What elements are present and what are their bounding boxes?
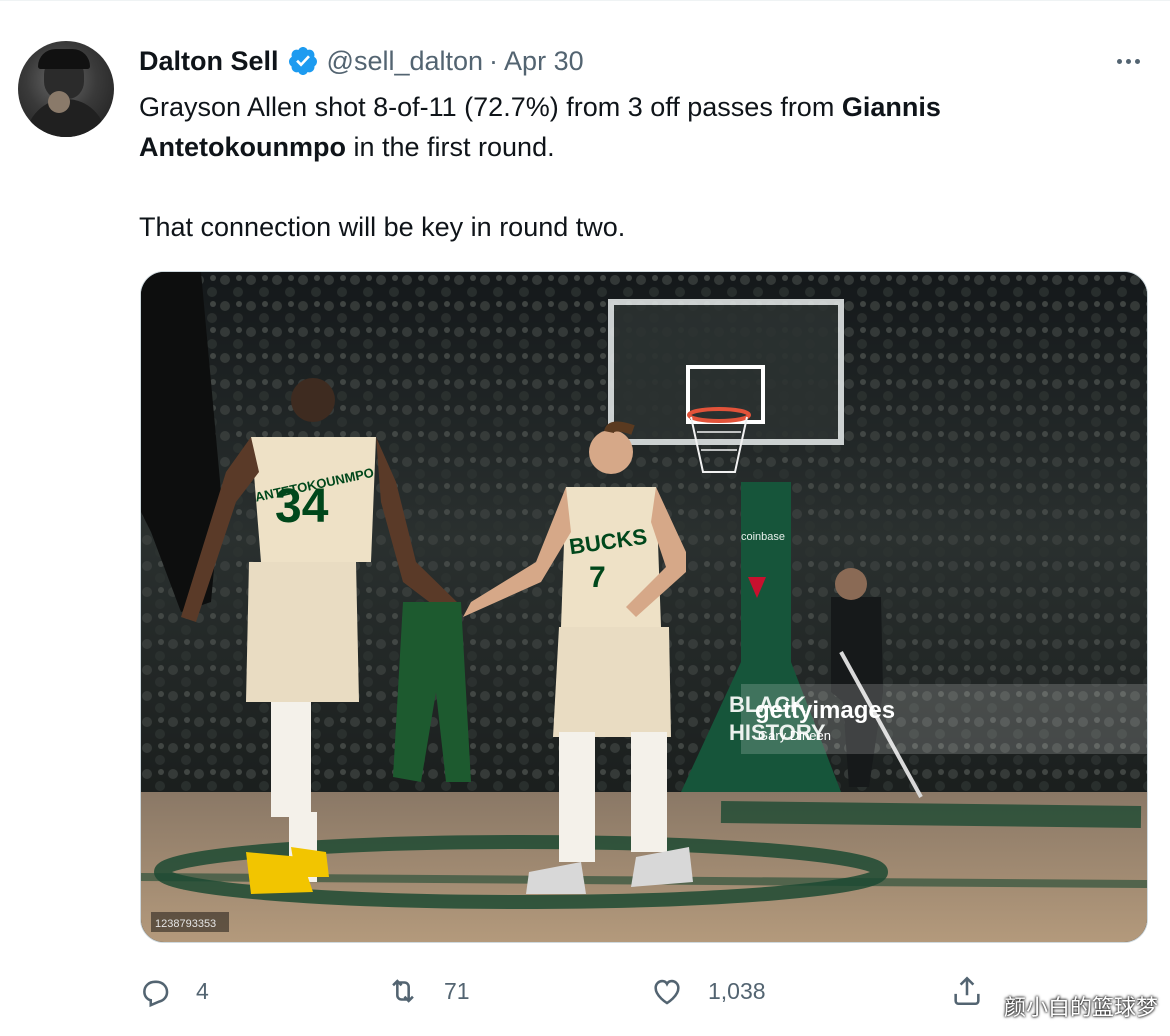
getty-logo: gettyimages [755, 697, 895, 724]
author-name[interactable]: Dalton Sell [139, 46, 279, 77]
tweet-card[interactable]: Dalton Sell @sell_dalton · Apr 30 Grayso… [0, 0, 1170, 1036]
more-dot [1125, 58, 1131, 64]
tweet-text-part: in the first round. [345, 132, 555, 162]
reply-button[interactable]: 4 [138, 969, 209, 1013]
source-watermark: 颜小白的篮球梦 [1003, 996, 1158, 1021]
giannis-head [291, 378, 335, 422]
staff-head [835, 568, 867, 600]
avatar-cap [38, 49, 90, 69]
allen-hair [604, 421, 635, 435]
retweet-button[interactable]: 71 [386, 969, 470, 1013]
retweet-icon [392, 979, 414, 1003]
share-icon [954, 976, 980, 1006]
share-button[interactable] [950, 969, 1008, 1013]
mention-giannis-first: Giannis [841, 92, 941, 122]
getty-credit: Gary Dineen [758, 728, 831, 743]
more-icon[interactable] [1110, 47, 1146, 75]
tweet-actions: 4 71 1,038 [0, 969, 1170, 1013]
tweet-line-1: Grayson Allen shot 8-of-11 (72.7%) from … [139, 87, 1139, 127]
image-id: 1238793353 [155, 918, 216, 930]
giannis-shorts [246, 562, 359, 702]
heart-icon [654, 979, 680, 1005]
allen-right-leg [631, 732, 667, 852]
stanchion-sponsor-text: coinbase [741, 531, 785, 543]
tweet-date[interactable]: Apr 30 [504, 46, 584, 77]
retweet-count: 71 [444, 977, 470, 1004]
author-handle[interactable]: @sell_dalton [327, 46, 484, 77]
tweet-line-3: That connection will be key in round two… [139, 212, 626, 242]
like-count: 1,038 [708, 977, 766, 1004]
tweet-text: Grayson Allen shot 8-of-11 (72.7%) from … [139, 87, 1139, 247]
photo-scene: coinbase BLACK HISTORY 34 ANTETOKOUNMPO [141, 272, 1147, 942]
reply-count: 4 [196, 977, 209, 1004]
avatar-hand [48, 91, 70, 113]
more-dot [1116, 58, 1122, 64]
tweet-line-2: Antetokounmpo in the first round. [139, 127, 1139, 167]
giannis-left-leg [271, 702, 311, 817]
more-dot [1134, 58, 1140, 64]
allen-jersey-number: 7 [589, 561, 606, 594]
tweet-photo[interactable]: coinbase BLACK HISTORY 34 ANTETOKOUNMPO [140, 271, 1148, 943]
allen-head [589, 430, 633, 474]
tweet-text-part: Grayson Allen shot 8-of-11 (72.7%) from … [139, 92, 842, 122]
allen-shorts [553, 627, 671, 737]
separator-dot: · [489, 45, 499, 76]
verified-badge-icon [288, 47, 317, 75]
allen-left-leg [559, 732, 595, 862]
avatar[interactable] [18, 41, 114, 137]
tweet-header: Dalton Sell @sell_dalton · Apr 30 [139, 43, 584, 79]
court-paint-edge [720, 801, 1142, 828]
mention-giannis-last: Antetokounmpo [139, 132, 346, 162]
like-button[interactable]: 1,038 [650, 969, 766, 1013]
reply-icon [143, 980, 169, 1008]
